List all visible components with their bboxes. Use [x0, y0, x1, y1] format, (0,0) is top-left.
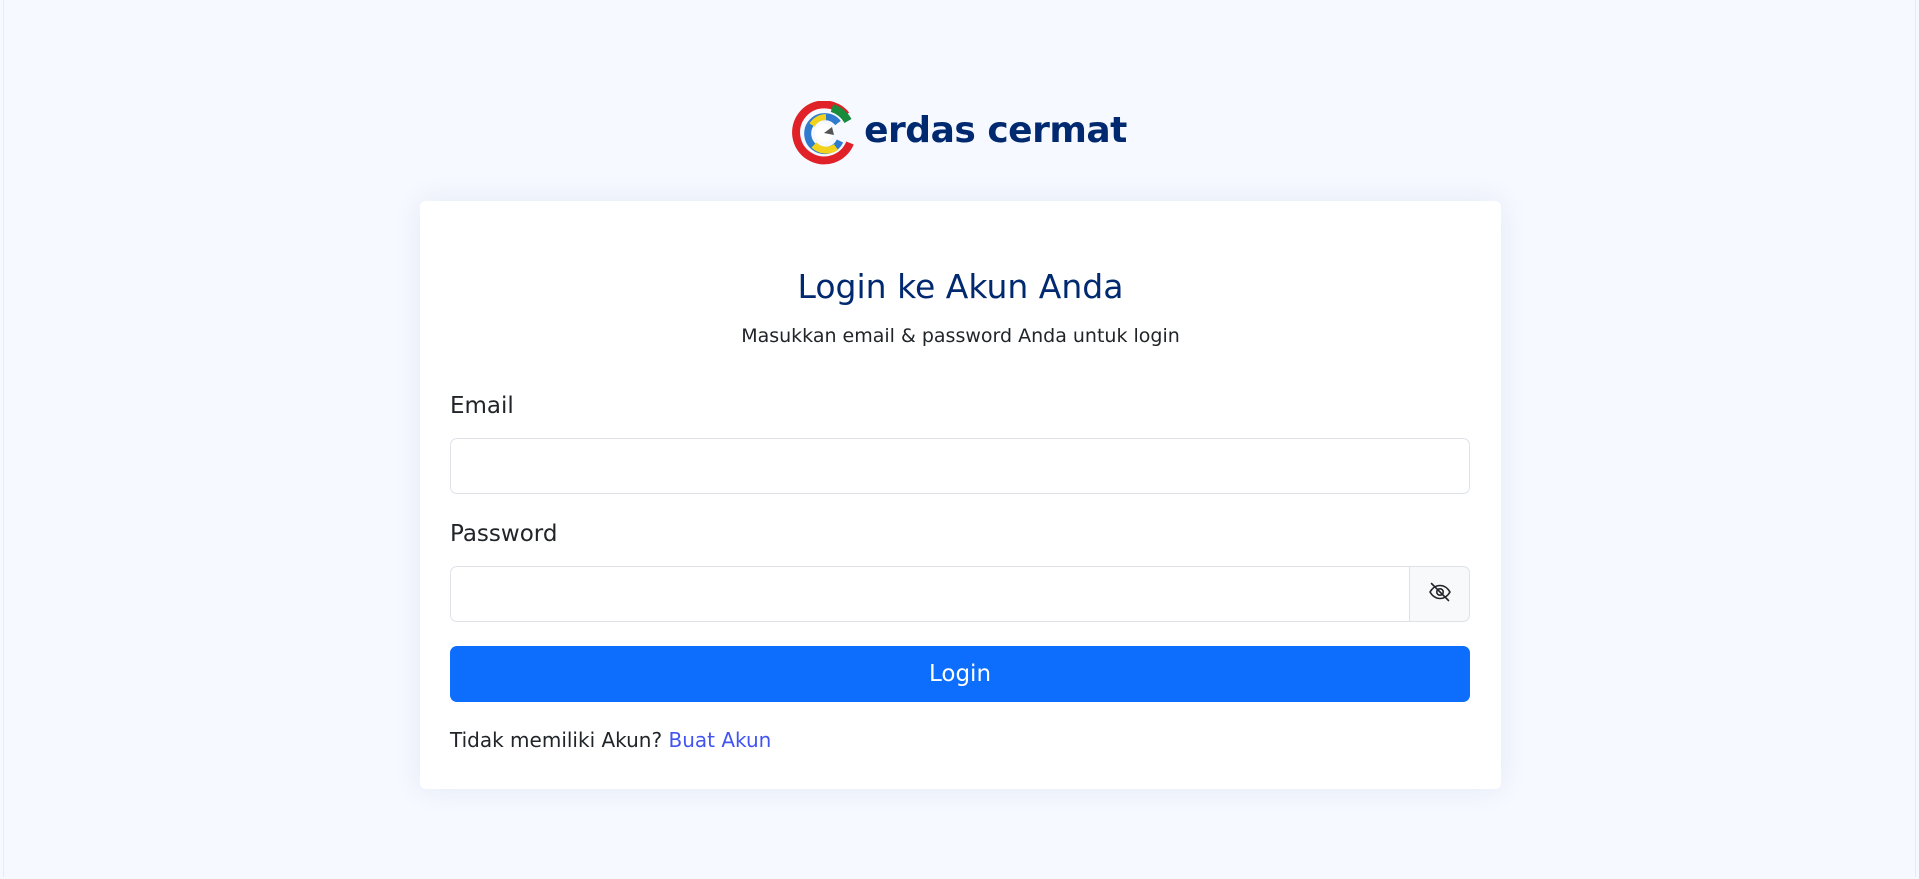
password-label: Password	[450, 521, 558, 547]
login-button[interactable]: Login	[450, 646, 1470, 702]
brand-logo[interactable]: erdas cermat	[0, 100, 1919, 165]
create-account-link[interactable]: Buat Akun	[668, 728, 771, 752]
eye-slash-icon	[1428, 580, 1452, 608]
login-subtitle: Masukkan email & password Anda untuk log…	[741, 325, 1180, 347]
password-field[interactable]	[450, 566, 1410, 622]
email-label: Email	[450, 393, 514, 419]
brand-name: erdas cermat	[864, 110, 1127, 151]
password-input-group	[450, 566, 1470, 622]
email-field[interactable]	[450, 438, 1470, 494]
no-account-text: Tidak memiliki Akun?	[450, 728, 663, 752]
toggle-password-visibility-button[interactable]	[1409, 566, 1470, 622]
create-account-prompt: Tidak memiliki Akun? Buat Akun	[450, 728, 771, 752]
login-card: Login ke Akun Anda Masukkan email & pass…	[420, 201, 1501, 789]
cerdas-cermat-logo-icon	[792, 100, 856, 165]
login-title: Login ke Akun Anda	[797, 267, 1124, 306]
